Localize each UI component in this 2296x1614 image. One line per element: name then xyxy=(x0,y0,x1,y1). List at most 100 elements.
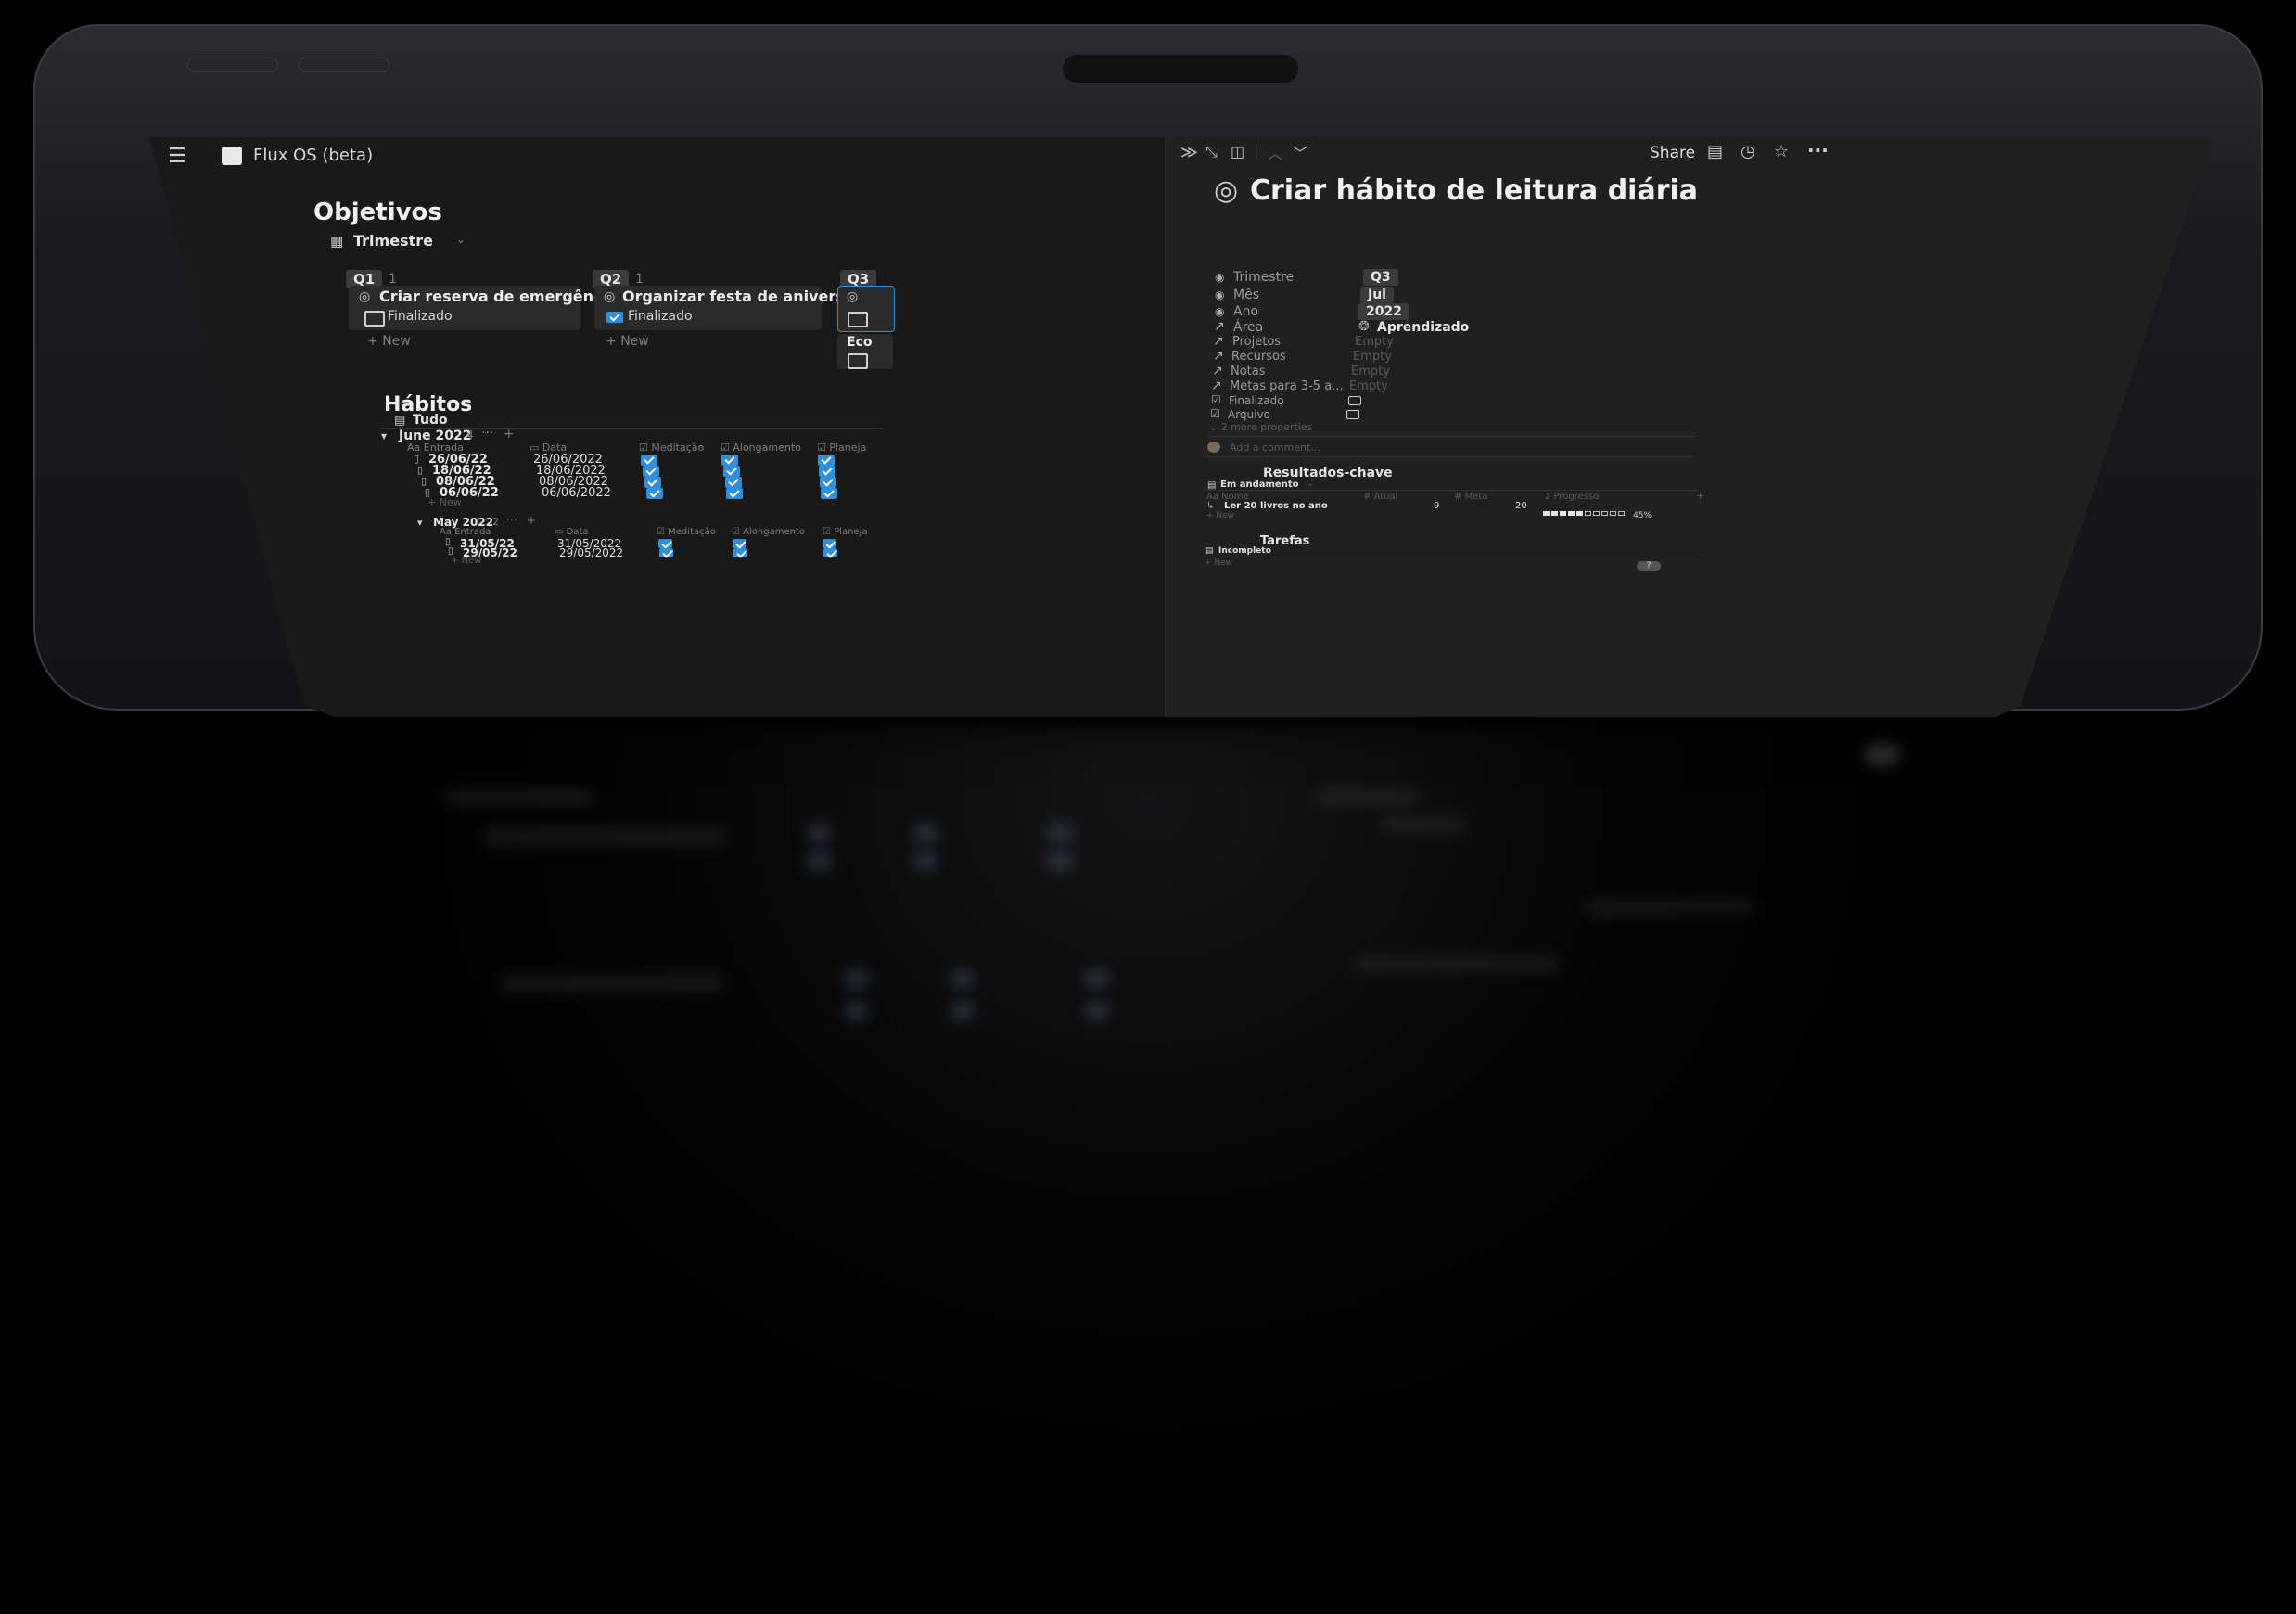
checkbox-checked[interactable] xyxy=(726,488,743,499)
volume-up-button xyxy=(187,58,278,72)
checkbox[interactable] xyxy=(1348,396,1361,405)
property-value[interactable]: 2022 xyxy=(1358,303,1409,320)
comments-icon[interactable]: ▤ xyxy=(1707,142,1723,161)
avatar xyxy=(1207,442,1220,453)
property-value[interactable]: Empty xyxy=(1351,365,1390,378)
key-results-view-selector[interactable]: Em andamento xyxy=(1220,480,1298,490)
new-card-button[interactable]: + New xyxy=(606,334,649,349)
checkbox-checked[interactable] xyxy=(641,455,657,466)
history-icon[interactable]: ◷ xyxy=(1741,142,1755,161)
add-icon[interactable]: + xyxy=(504,427,515,442)
help-button[interactable]: ? xyxy=(1637,561,1661,571)
progress-square-empty xyxy=(1593,511,1600,516)
checkbox-checked[interactable] xyxy=(818,455,835,466)
group-count: 1 xyxy=(635,272,644,287)
comment-input[interactable]: Add a comment... xyxy=(1230,442,1320,454)
new-row-button[interactable]: + New xyxy=(1206,511,1234,520)
property-value[interactable]: Empty xyxy=(1349,379,1388,393)
scene: ☰ Flux OS (beta) Objetivos ▦ Trimestre ⌄… xyxy=(0,0,2296,1614)
nome-cell[interactable]: Ler 20 livros no ano xyxy=(1224,501,1328,511)
new-row-button[interactable]: + New xyxy=(427,496,462,508)
property-name: Ano xyxy=(1233,304,1259,319)
chevron-down-icon[interactable]: ﹀ xyxy=(1293,141,1307,163)
checkbox[interactable] xyxy=(848,312,868,327)
checkbox-checked[interactable] xyxy=(820,477,836,488)
checkbox-checked[interactable] xyxy=(821,488,837,499)
checkbox-property-icon: ☑ xyxy=(1211,393,1221,406)
star-icon[interactable]: ☆ xyxy=(1774,142,1789,161)
tasks-view-selector[interactable]: Incompleto xyxy=(1218,546,1271,556)
meta-cell[interactable]: 20 xyxy=(1515,501,1527,511)
checkbox-checked[interactable] xyxy=(606,312,623,323)
card-title[interactable]: Criar reserva de emergência xyxy=(379,288,618,305)
property-value[interactable]: Q3 xyxy=(1363,269,1398,286)
target-icon: ◎ xyxy=(359,289,371,304)
checkbox-checked[interactable] xyxy=(658,539,672,548)
expand-icon[interactable]: ⤡ xyxy=(1205,143,1218,161)
share-button[interactable]: Share xyxy=(1650,144,1695,162)
checkbox[interactable] xyxy=(848,353,868,369)
checkbox-checked[interactable] xyxy=(644,477,661,488)
relation-arrow-icon: ↗ xyxy=(1213,334,1224,349)
relation-arrow-icon: ↗ xyxy=(1211,378,1222,393)
board-view-icon: ▦ xyxy=(330,233,344,250)
property-value[interactable]: Empty xyxy=(1353,350,1392,364)
checkbox[interactable] xyxy=(1346,410,1359,419)
add-icon[interactable]: + xyxy=(527,514,536,527)
caret-down-icon[interactable]: ▾ xyxy=(381,429,387,442)
new-card-button[interactable]: + New xyxy=(367,334,411,349)
property-name: Metas para 3-5 a... xyxy=(1230,379,1344,393)
checkbox-checked[interactable] xyxy=(659,548,673,557)
chevron-up-icon[interactable]: ︿ xyxy=(1268,141,1282,163)
objetivos-view-selector[interactable]: Trimestre xyxy=(353,232,433,250)
column-header-planeja: ☑ Planeja xyxy=(823,527,868,537)
relation-arrow-icon: ↗ xyxy=(1212,364,1223,378)
side-peek-panel: ≫ ⤡ ◫ | ︿ ﹀ Share ▤ ◷ ☆ ··· ◎ Criar hábi… xyxy=(1165,137,2213,717)
workspace-title[interactable]: Flux OS (beta) xyxy=(253,146,373,165)
add-column-icon[interactable]: + xyxy=(1696,490,1704,502)
chevron-down-icon[interactable]: ⌄ xyxy=(456,233,466,246)
caret-down-icon[interactable]: ▾ xyxy=(417,517,423,529)
data-cell[interactable]: 29/05/2022 xyxy=(559,546,623,559)
property-value[interactable]: Empty xyxy=(1355,335,1394,349)
card-title[interactable]: Eco xyxy=(847,335,872,350)
table-view-icon: ▤ xyxy=(1205,546,1214,556)
checkbox-checked[interactable] xyxy=(723,466,740,477)
property-value[interactable]: Jul xyxy=(1360,287,1394,303)
habitos-view-selector[interactable]: Tudo xyxy=(413,413,448,428)
data-cell[interactable]: 06/06/2022 xyxy=(542,486,611,500)
more-icon[interactable]: ··· xyxy=(481,426,493,441)
more-properties-toggle[interactable]: ⌄ 2 more properties xyxy=(1209,421,1312,433)
layout-icon[interactable]: ◫ xyxy=(1231,143,1244,160)
checkbox-checked[interactable] xyxy=(819,466,835,477)
chevron-down-icon[interactable]: ⌄ xyxy=(1307,479,1314,489)
checkbox-checked[interactable] xyxy=(733,548,747,557)
camera-bar xyxy=(1063,55,1298,83)
new-row-button[interactable]: + New xyxy=(1205,558,1232,568)
checkbox-checked[interactable] xyxy=(733,539,746,548)
checkbox-checked[interactable] xyxy=(721,455,738,466)
checkbox-checked[interactable] xyxy=(643,466,659,477)
checkbox[interactable] xyxy=(364,311,385,327)
page-title[interactable]: Criar hábito de leitura diária xyxy=(1250,174,1698,207)
checkbox-checked[interactable] xyxy=(823,539,836,548)
target-icon[interactable]: ◎ xyxy=(1214,174,1238,207)
checkbox-checked[interactable] xyxy=(725,477,742,488)
card-status: Finalizado xyxy=(388,309,453,324)
column-header-meditacao: ☑ Meditação xyxy=(639,442,705,454)
more-icon[interactable]: ··· xyxy=(506,513,517,526)
menu-icon[interactable]: ☰ xyxy=(168,145,186,168)
property-value[interactable]: Aprendizado xyxy=(1377,320,1469,335)
group-count: 4 xyxy=(466,429,474,442)
group-count: 1 xyxy=(389,272,397,287)
more-icon[interactable]: ··· xyxy=(1807,139,1829,161)
atual-cell[interactable]: 9 xyxy=(1434,501,1439,511)
checkbox-checked[interactable] xyxy=(646,488,663,499)
close-peek-icon[interactable]: ≫ xyxy=(1180,143,1198,162)
new-row-button[interactable]: + New xyxy=(451,556,481,566)
progress-square-filled xyxy=(1560,511,1566,516)
volume-down-button xyxy=(299,58,389,72)
device-reflection xyxy=(371,724,1929,1484)
checkbox-checked[interactable] xyxy=(823,548,837,557)
progress-square-empty xyxy=(1585,511,1591,516)
